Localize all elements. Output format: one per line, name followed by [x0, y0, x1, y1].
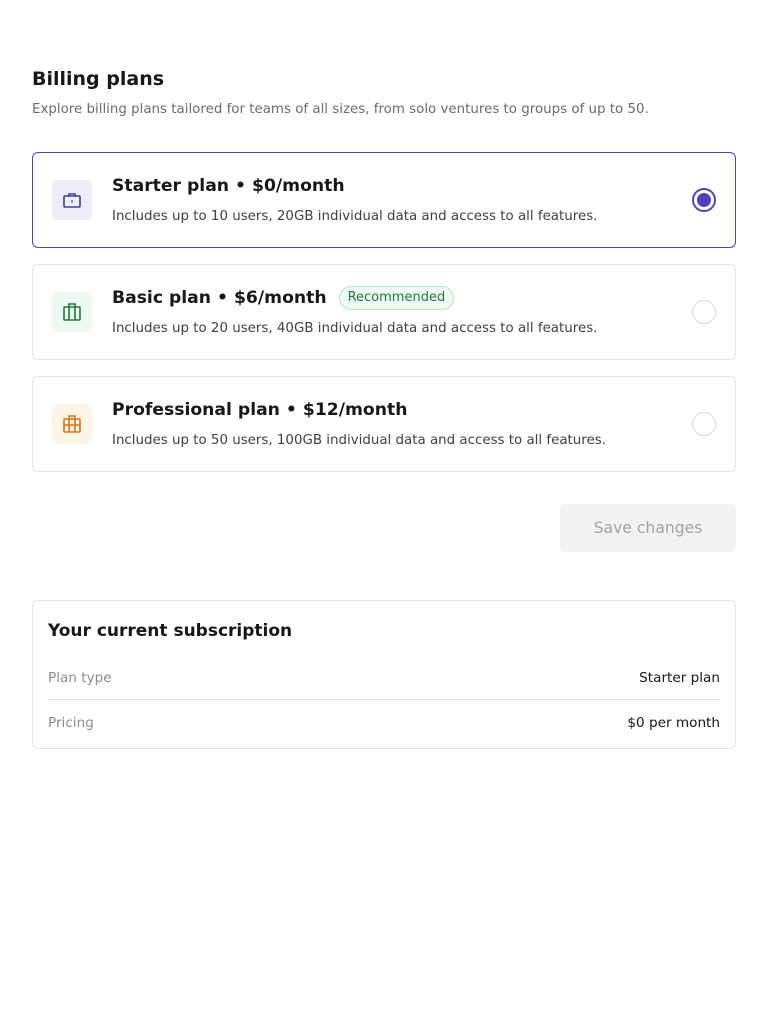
plan-description: Includes up to 10 users, 20GB individual… [112, 209, 598, 224]
plan-title: Basic plan • $6/month [112, 288, 327, 308]
plan-title: Starter plan • $0/month [112, 176, 345, 196]
recommended-badge: Recommended [338, 286, 455, 310]
plan-radio-professional[interactable] [692, 412, 716, 436]
plan-description: Includes up to 20 users, 40GB individual… [112, 321, 598, 336]
page-title: Billing plans [32, 68, 165, 90]
save-button[interactable]: Save changes [560, 504, 736, 552]
briefcase-icon [52, 180, 92, 220]
subscription-row-plan-type: Plan type Starter plan [48, 656, 720, 700]
page-subtitle: Explore billing plans tailored for teams… [32, 102, 649, 117]
plan-title: Professional plan • $12/month [112, 400, 408, 420]
briefcase-grid-icon [52, 404, 92, 444]
plan-card-starter[interactable]: Starter plan • $0/month Includes up to 1… [32, 152, 736, 248]
plan-radio-basic[interactable] [692, 300, 716, 324]
row-label: Plan type [48, 669, 112, 686]
subscription-title: Your current subscription [48, 621, 293, 641]
subscription-row-pricing: Pricing $0 per month [48, 701, 720, 745]
plan-card-professional[interactable]: Professional plan • $12/month Includes u… [32, 376, 736, 472]
luggage-icon [52, 292, 92, 332]
row-value: $0 per month [627, 715, 720, 731]
row-label: Pricing [48, 715, 94, 731]
plan-description: Includes up to 50 users, 100GB individua… [112, 433, 606, 448]
plan-card-basic[interactable]: Basic plan • $6/month Recommended Includ… [32, 264, 736, 360]
plan-radio-starter[interactable] [692, 188, 716, 212]
row-value: Starter plan [639, 669, 720, 686]
current-subscription-card: Your current subscription Plan type Star… [32, 600, 736, 749]
